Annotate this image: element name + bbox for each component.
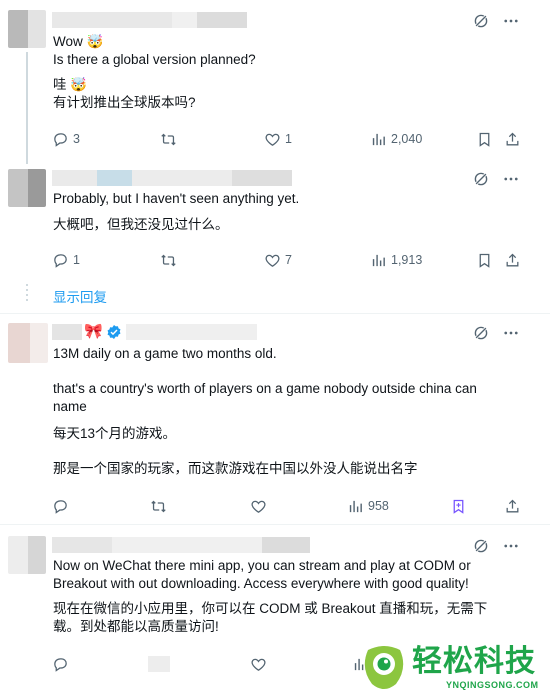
reply-icon [52,131,69,148]
translation-line: 那是一个国家的玩家，而这款游戏在中国以外没人能说出名字 [53,461,418,476]
reply-button[interactable]: 3 [52,129,80,149]
views-button[interactable]: 2,040 [370,129,422,149]
bookmark-active-icon [453,499,464,514]
repost-button[interactable] [150,496,171,516]
bookmark-icon [476,131,493,148]
grok-icon[interactable] [472,170,490,188]
site-watermark: 轻松科技 YNQINGSONG.COM [360,644,550,694]
like-button[interactable]: 7 [264,250,292,270]
repost-icon [160,131,177,148]
reply-button[interactable] [52,654,73,674]
like-count: 7 [285,253,292,267]
more-options-icon[interactable] [502,324,520,342]
show-replies-link[interactable]: 显示回复 [53,286,107,306]
thread-dots [26,284,28,304]
reply-button[interactable] [52,496,73,516]
repost-icon [160,252,177,269]
like-button[interactable] [250,654,271,674]
reply-post[interactable]: Wow 🤯 Is there a global version planned?… [0,0,550,166]
more-options-icon[interactable] [502,170,520,188]
grok-icon[interactable] [472,324,490,342]
reply-button[interactable]: 1 [52,250,80,270]
bookmark-icon [476,252,493,269]
repost-button[interactable] [160,250,181,270]
bookmark-button[interactable] [450,496,471,516]
tweet-text-line: Now on WeChat there mini app, you can st… [53,558,475,591]
ribbon-badge: 🎀 [84,323,103,340]
tweet-text-line: Is there a global version planned? [53,52,256,67]
tweet-text-line: Wow 🤯 [53,34,104,49]
views-icon [370,252,387,269]
translation-line: 有计划推出全球版本吗? [53,95,196,110]
avatar[interactable] [8,10,46,48]
thread-line [26,52,28,164]
avatar[interactable] [8,536,46,574]
verified-badge-icon[interactable] [106,324,122,340]
reply-icon [52,252,69,269]
author-name-blurred[interactable] [52,170,292,186]
views-button[interactable]: 958 [347,496,389,516]
author-name-blurred[interactable] [52,537,310,553]
like-icon [264,252,281,269]
share-button[interactable] [504,496,525,516]
reply-post[interactable]: 🎀 13M daily on a game two months old. th… [0,314,550,524]
repost-blurred[interactable] [148,654,170,674]
translation-line: 哇 🤯 [53,77,88,92]
author-name-blurred[interactable] [52,12,247,28]
views-icon [347,498,364,515]
grok-icon[interactable] [472,537,490,555]
repost-button[interactable] [160,129,181,149]
view-count: 958 [368,499,389,513]
author-name-blurred[interactable]: 🎀 [52,324,257,340]
watermark-domain: YNQINGSONG.COM [446,680,539,690]
reply-icon [52,656,69,673]
views-icon [370,131,387,148]
share-button[interactable] [504,129,525,149]
like-count: 1 [285,132,292,146]
translation-line: 现在在微信的小应用里，你可以在 CODM 或 Breakout 直播和玩，无需下… [53,601,488,634]
translation-line: 每天13个月的游戏。 [53,426,177,441]
share-button[interactable] [504,250,525,270]
bookmark-button[interactable] [476,129,497,149]
like-button[interactable] [250,496,271,516]
view-count: 2,040 [391,132,423,146]
share-icon [504,252,521,269]
repost-icon [150,498,167,515]
reply-icon [52,498,69,515]
like-icon [250,656,267,673]
bookmark-button[interactable] [476,250,497,270]
reply-count: 3 [73,132,80,146]
like-icon [250,498,267,515]
watermark-logo-icon [364,646,404,689]
tweet-text-line: Probably, but I haven't seen anything ye… [53,191,300,206]
avatar[interactable] [8,323,48,363]
more-options-icon[interactable] [502,12,520,30]
like-button[interactable]: 1 [264,129,292,149]
avatar[interactable] [8,169,46,207]
more-options-icon[interactable] [502,537,520,555]
grok-icon[interactable] [472,12,490,30]
views-button[interactable]: 1,913 [370,250,422,270]
reply-post[interactable]: Probably, but I haven't seen anything ye… [0,166,550,314]
view-count: 1,913 [391,253,423,267]
like-icon [264,131,281,148]
tweet-text-line: 13M daily on a game two months old. [53,346,277,361]
translation-line: 大概吧，但我还没见过什么。 [53,217,229,232]
share-icon [504,498,521,515]
watermark-text: 轻松科技 [412,644,536,679]
share-icon [504,131,521,148]
tweet-text-line: that's a country's worth of players on a… [53,381,481,414]
reply-count: 1 [73,253,80,267]
